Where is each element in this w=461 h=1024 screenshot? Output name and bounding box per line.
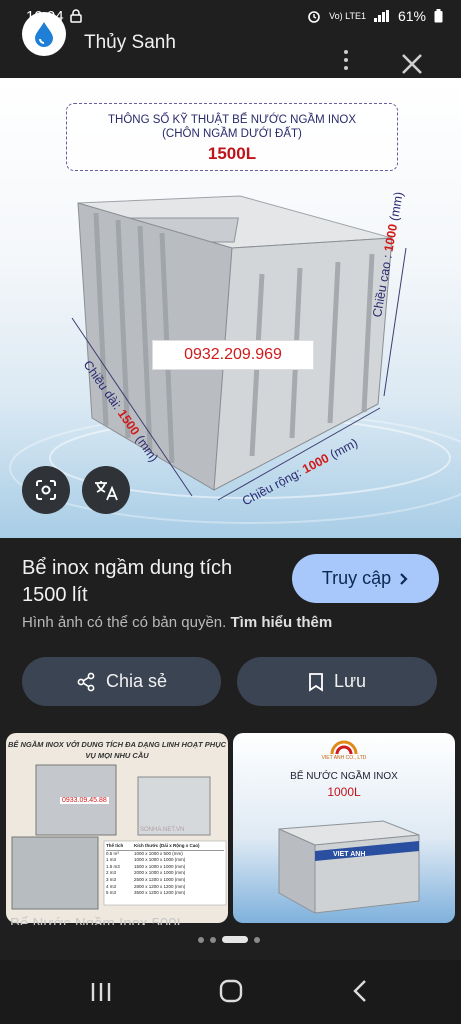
carousel-dot xyxy=(210,936,216,943)
table-cell: 2500 x 1200 x 1000 (mm) xyxy=(134,876,186,882)
signal-icon xyxy=(373,10,389,22)
related-1-site: SONHA.NET.VN xyxy=(140,827,185,833)
table-row: 4 m3 2800 x 1200 x 1200 (mm) xyxy=(106,884,224,891)
table-cell: 1000 x 1000 x 1000 (mm) xyxy=(134,857,186,863)
learn-more-link[interactable]: Tìm hiểu thêm xyxy=(231,614,333,631)
water-drop-icon xyxy=(35,22,53,47)
related-image-2[interactable]: VIET ANH CO., LTD BỂ NƯỚC NGẦM INOX 1000… xyxy=(233,733,455,923)
table-cell: 4 m3 xyxy=(106,883,117,889)
share-button-label: Chia sẻ xyxy=(105,671,168,691)
translate-button[interactable] xyxy=(82,466,130,514)
recents-icon[interactable] xyxy=(89,980,113,1004)
carousel-dot xyxy=(198,936,204,943)
table-row: 5 m3 3500 x 1200 x 1200 (mm) xyxy=(106,890,224,897)
phone-number-label: 0932.209.969 xyxy=(152,340,314,370)
related-1-caption-peek[interactable]: Bể Nước Ngầm Inox 500L xyxy=(10,915,185,925)
table-cell: 2000 x 1000 x 1000 (mm) xyxy=(134,870,186,876)
result-title: Bể inox ngầm dung tích 1500 lít xyxy=(22,557,233,606)
water-tank-illustration xyxy=(9,195,461,524)
table-row: 1.5 m3 1500 x 1000 x 1000 (mm) xyxy=(106,864,224,871)
table-row: 3 m3 2500 x 1200 x 1000 (mm) xyxy=(106,877,224,884)
translate-icon xyxy=(95,481,118,501)
related-2-tank-picture xyxy=(278,820,420,914)
related-1-table-header: Thể tích Kích thước (Dài x Rộng x Cao) xyxy=(106,843,224,851)
bookmark-icon xyxy=(309,672,323,692)
more-dot xyxy=(344,58,348,62)
table-row: 2 m3 2000 x 1000 x 1000 (mm) xyxy=(106,870,224,877)
related-2-tank-brand: VIET ANH xyxy=(333,851,366,858)
battery-icon xyxy=(434,9,443,23)
table-cell: 3500 x 1200 x 1200 (mm) xyxy=(134,890,186,896)
lock-icon xyxy=(69,9,82,23)
copyright-text: Hình ảnh có thể có bản quyền. xyxy=(22,614,227,631)
related-image-1[interactable]: BỂ NGẦM INOX VỚI DUNG TÍCH ĐA DẠNG LINH … xyxy=(6,733,228,923)
back-icon[interactable] xyxy=(350,978,370,1004)
carousel-dot xyxy=(254,936,260,943)
network-indicator: Vo) LTE1 xyxy=(329,11,366,21)
close-icon[interactable] xyxy=(398,50,426,78)
table-cell: 0.5 m³ xyxy=(106,850,119,856)
carousel-indicator xyxy=(198,936,260,943)
table-cell: 1.5 m3 xyxy=(106,863,120,869)
table-cell: 1 m3 xyxy=(106,857,117,863)
table-header-cell: Kích thước (Dài x Rộng x Cao) xyxy=(134,843,200,848)
table-row: 1 m3 1000 x 1000 x 1000 (mm) xyxy=(106,857,224,864)
lens-search-button[interactable] xyxy=(22,466,70,514)
status-bar: 10:04 Vo) LTE1 61% xyxy=(0,0,461,32)
home-icon[interactable] xyxy=(218,978,244,1004)
related-1-size-table: Thể tích Kích thước (Dài x Rộng x Cao) 0… xyxy=(106,843,224,897)
table-header-cell: Thể tích xyxy=(106,843,124,848)
app-header: Thủy Sanh xyxy=(0,12,461,80)
related-1-phone: 0933.09.45.88 xyxy=(60,797,109,804)
save-button-label: Lưu xyxy=(333,671,367,691)
table-cell: 2 m3 xyxy=(106,870,117,876)
save-button[interactable]: Lưu xyxy=(237,657,437,706)
copyright-notice: Hình ảnh có thể có bản quyền. Tìm hiểu t… xyxy=(22,614,332,631)
share-icon xyxy=(77,672,95,691)
lens-icon xyxy=(36,480,56,500)
visit-button[interactable]: Truy cập xyxy=(292,554,439,603)
more-dot xyxy=(344,50,348,54)
table-row: 0.5 m³ 1000 x 1000 x 500 (mm) xyxy=(106,851,224,858)
system-navigation-bar xyxy=(0,960,461,1024)
visit-button-label: Truy cập xyxy=(321,568,392,588)
table-cell: 1500 x 1000 x 1000 (mm) xyxy=(134,863,186,869)
table-cell: 2800 x 1200 x 1200 (mm) xyxy=(134,883,186,889)
battery-percent: 61% xyxy=(397,8,426,24)
table-cell: 5 m3 xyxy=(106,890,117,896)
share-button[interactable]: Chia sẻ xyxy=(22,657,221,706)
app-title: Thủy Sanh xyxy=(84,32,176,53)
more-options-button[interactable] xyxy=(334,50,358,80)
app-logo xyxy=(22,12,66,56)
alarm-icon xyxy=(308,11,320,23)
chevron-right-icon xyxy=(400,572,408,585)
status-right: Vo) LTE1 61% xyxy=(307,8,443,24)
table-cell: 3 m3 xyxy=(106,876,117,882)
more-dot xyxy=(344,66,348,70)
hero-image[interactable]: THÔNG SỐ KỸ THUẬT BỂ NƯỚC NGẦM INOX (CHÔ… xyxy=(0,78,461,538)
table-cell: 1000 x 1000 x 500 (mm) xyxy=(134,850,183,856)
carousel-dot-active xyxy=(222,936,248,943)
